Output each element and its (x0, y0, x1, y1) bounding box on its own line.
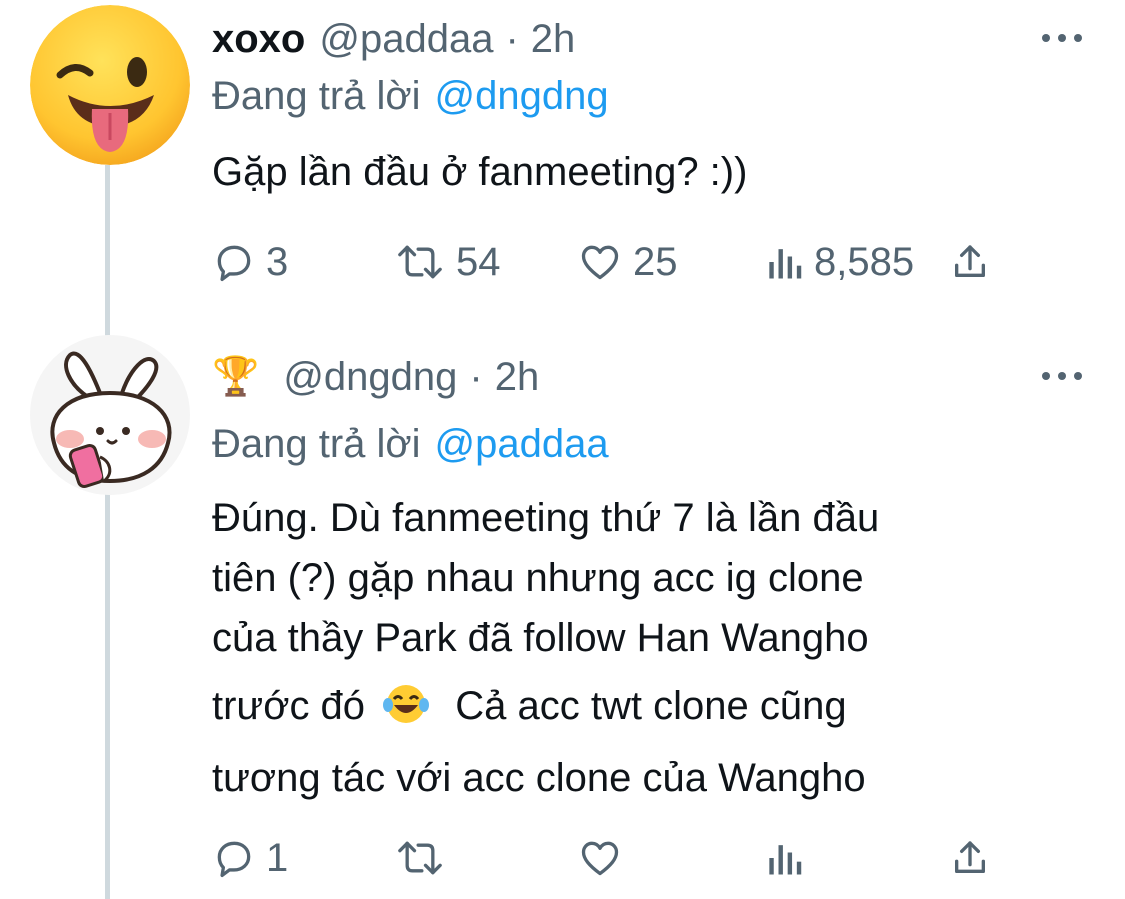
tweet-header: xoxo @paddaa · 2h (212, 16, 575, 62)
tweet-text-line: tiên (?) gặp nhau nhưng acc ig clone (212, 556, 864, 600)
retweet-button[interactable]: 54 (394, 237, 501, 287)
separator: · (469, 354, 483, 399)
avatar[interactable] (30, 335, 190, 495)
share-icon (955, 245, 985, 277)
more-options-icon[interactable] (1040, 28, 1084, 48)
separator: · (505, 16, 519, 61)
replying-to: Đang trả lời @dngdng (212, 74, 609, 119)
share-button[interactable] (950, 237, 990, 287)
avatar[interactable] (30, 5, 190, 165)
action-bar: 1 (212, 833, 1002, 883)
author-handle[interactable]: @dngdng (283, 355, 457, 400)
replying-to: Đang trả lời @paddaa (212, 422, 609, 467)
like-button[interactable]: 25 (577, 237, 678, 287)
reply-icon (217, 841, 251, 878)
reply-icon (217, 245, 251, 282)
tweet-1[interactable]: xoxo @paddaa · 2h Đang trả lời @dngdng Gặ… (0, 0, 1125, 320)
laughing-tears-emoji-icon (382, 682, 430, 742)
action-bar: 3 54 25 8,585 (212, 237, 1002, 287)
author-badge: 🏆 (212, 356, 260, 398)
author-name[interactable]: xoxo (212, 17, 305, 62)
tweet-text-line: tương tác với acc clone của Wangho (212, 756, 866, 800)
timestamp[interactable]: 2h (531, 17, 576, 62)
views-icon (769, 249, 802, 279)
tweet-text-line: của thầy Park đã follow Han Wangho (212, 616, 869, 660)
replying-label: Đang trả lời (212, 422, 421, 466)
view-count: 8,585 (814, 239, 915, 284)
reply-count: 3 (266, 239, 289, 284)
tweet-header: 🏆 @dngdng · 2h (212, 354, 539, 400)
reply-button[interactable]: 3 (212, 237, 288, 287)
retweet-icon (398, 245, 442, 279)
share-button[interactable] (950, 833, 990, 883)
tweet-text-segment: trước đó (212, 684, 366, 728)
reply-button[interactable]: 1 (212, 833, 288, 883)
tweet-2[interactable]: 🏆 @dngdng · 2h Đang trả lời @paddaa Đúng.… (0, 330, 1125, 899)
tweet-text: Đúng. Dù fanmeeting thứ 7 là lần đầu tiê… (212, 488, 1072, 808)
replying-mention[interactable]: @dngdng (435, 74, 609, 118)
replying-label: Đang trả lời (212, 74, 421, 118)
replying-mention[interactable]: @paddaa (435, 422, 609, 466)
timestamp[interactable]: 2h (495, 355, 540, 400)
share-icon (955, 841, 985, 873)
tweet-text-segment: Cả acc twt clone cũng (455, 684, 847, 728)
views-icon (769, 845, 802, 875)
tweet-text-line: trước đó Cả acc twt clone cũng (212, 676, 1072, 742)
retweet-button[interactable] (394, 833, 446, 883)
reply-count: 1 (266, 835, 289, 880)
author-handle[interactable]: @paddaa (319, 17, 493, 62)
tweet-text: Gặp lần đầu ở fanmeeting? :)) (212, 150, 748, 194)
like-icon (581, 245, 619, 280)
retweet-count: 54 (456, 239, 501, 284)
like-count: 25 (633, 239, 678, 284)
retweet-icon (398, 841, 442, 875)
views-button[interactable] (764, 833, 804, 883)
like-icon (581, 841, 619, 876)
bunny-sticker-icon (30, 335, 190, 495)
like-button[interactable] (577, 833, 623, 883)
winking-tongue-emoji-icon (30, 5, 190, 165)
views-button[interactable]: 8,585 (764, 237, 914, 287)
tweet-text-line: Đúng. Dù fanmeeting thứ 7 là lần đầu (212, 496, 880, 540)
more-options-icon[interactable] (1040, 366, 1084, 386)
